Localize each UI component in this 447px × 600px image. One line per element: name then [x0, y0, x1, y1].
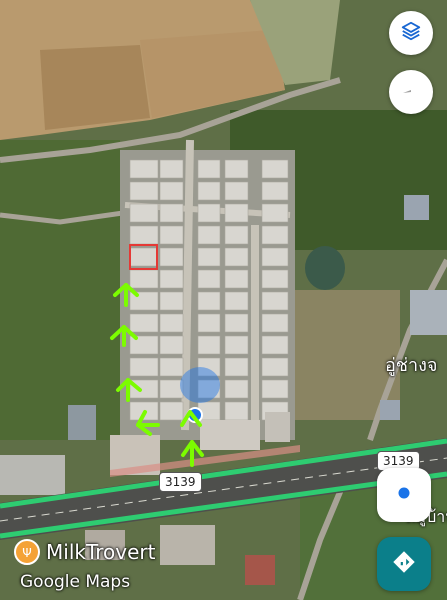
- building: [265, 412, 290, 442]
- house-roof: [159, 313, 184, 333]
- compass-icon: [399, 78, 423, 106]
- house-roof: [261, 335, 289, 355]
- poi-label[interactable]: MilkTrovert: [46, 540, 155, 564]
- house-roof: [261, 379, 289, 399]
- house-roof: [224, 203, 249, 223]
- house-roof: [197, 247, 221, 267]
- house-roof: [224, 269, 249, 289]
- house-roof: [159, 379, 184, 399]
- fork-knife-icon: Ψ: [22, 546, 31, 560]
- house-roof: [224, 335, 249, 355]
- building: [410, 290, 447, 335]
- house-roof: [261, 181, 289, 201]
- layers-button[interactable]: [389, 11, 433, 55]
- directions-button[interactable]: [377, 537, 431, 591]
- house-roof: [197, 313, 221, 333]
- house-roof: [197, 335, 221, 355]
- pond: [305, 246, 345, 290]
- house-roof: [224, 357, 249, 377]
- house-roof: [261, 357, 289, 377]
- building: [245, 555, 275, 585]
- farm-field: [40, 45, 150, 130]
- house-roof: [197, 291, 221, 311]
- building: [0, 455, 65, 495]
- house-roof: [159, 181, 184, 201]
- directions-icon: [391, 549, 417, 579]
- my-location-icon: [393, 482, 415, 508]
- house-roof: [224, 159, 249, 179]
- house-roof: [129, 357, 159, 377]
- route-shield: 3139: [159, 472, 202, 492]
- house-roof: [197, 225, 221, 245]
- house-roof: [129, 247, 159, 267]
- house-roof: [261, 269, 289, 289]
- house-roof: [261, 159, 289, 179]
- house-roof: [224, 181, 249, 201]
- building: [200, 420, 260, 450]
- building: [160, 525, 215, 565]
- building: [380, 400, 400, 420]
- house-roof: [224, 379, 249, 399]
- house-roof: [197, 269, 221, 289]
- house-roof: [224, 291, 249, 311]
- house-roof: [129, 269, 159, 289]
- house-roof: [224, 247, 249, 267]
- house-roof: [159, 401, 184, 421]
- layers-icon: [400, 20, 422, 46]
- house-roof: [261, 313, 289, 333]
- house-roof: [261, 247, 289, 267]
- house-roof: [129, 313, 159, 333]
- house-roof: [159, 203, 184, 223]
- house-roof: [129, 159, 159, 179]
- house-roof: [261, 203, 289, 223]
- house-roof: [159, 225, 184, 245]
- house-roof: [197, 203, 221, 223]
- house-roof: [129, 225, 159, 245]
- house-roof: [261, 225, 289, 245]
- house-roof: [197, 159, 221, 179]
- house-roof: [261, 291, 289, 311]
- house-roof: [159, 247, 184, 267]
- house-roof: [129, 181, 159, 201]
- house-roof: [159, 291, 184, 311]
- house-roof: [159, 269, 184, 289]
- google-maps-attribution: Google Maps: [20, 572, 131, 592]
- my-location-button[interactable]: [377, 468, 431, 522]
- house-roof: [159, 159, 184, 179]
- vegetation: [0, 140, 120, 440]
- compass-button[interactable]: [389, 70, 433, 114]
- house-roof: [224, 225, 249, 245]
- house-roof: [224, 401, 249, 421]
- house-roof: [159, 335, 184, 355]
- house-roof: [129, 203, 159, 223]
- place-label: อู่ช่างจ: [385, 355, 438, 376]
- house-roof: [159, 357, 184, 377]
- house-roof: [197, 181, 221, 201]
- location-accuracy: [180, 367, 220, 403]
- house-roof: [224, 313, 249, 333]
- building: [68, 405, 96, 440]
- building: [404, 195, 429, 220]
